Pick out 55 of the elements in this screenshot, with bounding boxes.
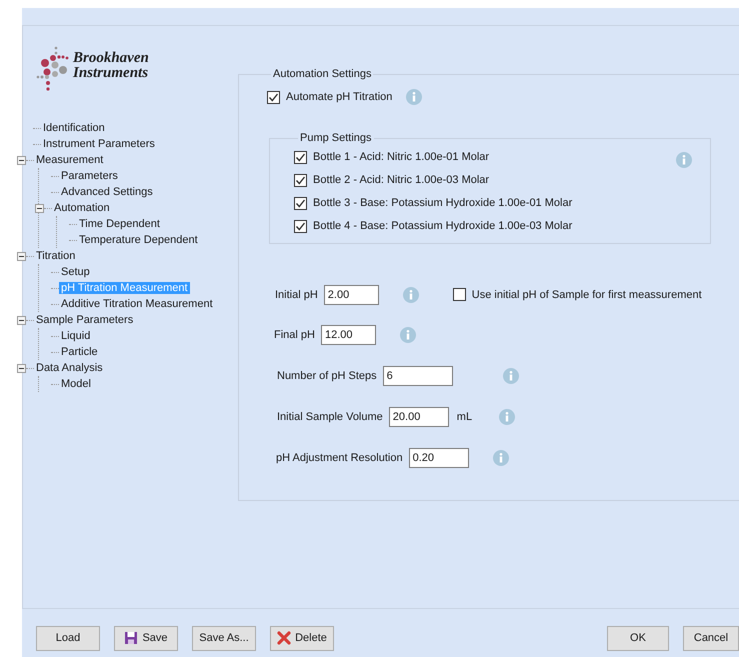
input-field[interactable]: 0.20	[408, 448, 469, 468]
tree-item[interactable]: Identification	[41, 122, 107, 134]
tree-item[interactable]: Temperature Dependent	[77, 234, 200, 246]
dialog-button[interactable]: Save As...	[192, 626, 256, 650]
checkbox[interactable]	[294, 174, 307, 186]
tree-item[interactable]: Data Analysis	[34, 362, 105, 374]
tree-item[interactable]: Additive Titration Measurement	[59, 298, 215, 310]
collapse-toggle-icon[interactable]	[17, 156, 26, 164]
input-field[interactable]: 2.00	[324, 284, 379, 304]
field-label: Initial Sample Volume	[277, 410, 383, 422]
checkbox-label: Bottle 2 - Acid: Nitric 1.00e-03 Molar	[313, 174, 490, 186]
group-title: Automation Settings	[272, 68, 372, 80]
tree-item[interactable]: Measurement	[34, 154, 106, 166]
logo-text: Instruments	[73, 66, 149, 81]
dialog-button[interactable]: OK	[607, 626, 669, 650]
input-field[interactable]: 20.00	[388, 406, 449, 426]
dialog-button[interactable]: Save	[114, 626, 178, 650]
tree-item[interactable]: Particle	[59, 346, 100, 358]
tree-item[interactable]: Model	[59, 378, 93, 390]
checkbox[interactable]	[294, 150, 307, 164]
tree-item[interactable]: Instrument Parameters	[41, 138, 157, 150]
tree-item[interactable]: Advanced Settings	[59, 186, 155, 198]
checkbox-label: Automate pH Titration	[286, 91, 392, 103]
tree-item[interactable]: Time Dependent	[77, 218, 162, 230]
field-label: Final pH	[274, 329, 315, 341]
group-title: Pump Settings	[299, 132, 373, 144]
checkbox[interactable]	[294, 220, 307, 232]
dialog-button[interactable]: Delete	[270, 626, 334, 650]
dialog-button[interactable]: Cancel	[683, 626, 739, 650]
tree-item[interactable]: Titration	[34, 250, 78, 262]
logo-text: Brookhaven	[73, 51, 149, 66]
collapse-toggle-icon[interactable]	[17, 252, 26, 260]
checkbox[interactable]	[294, 196, 307, 210]
unit-label: mL	[456, 410, 474, 422]
checkbox-label: Bottle 4 - Base: Potassium Hydroxide 1.00e-03 Molar	[313, 220, 572, 232]
tree-item[interactable]: Setup	[59, 266, 92, 278]
tree-item[interactable]: Automation	[52, 202, 112, 214]
tree-item[interactable]: Sample Parameters	[34, 314, 136, 326]
checkbox-label: Use initial pH of Sample for first meassurement	[472, 288, 702, 300]
tree-item[interactable]: Parameters	[59, 170, 120, 182]
checkbox[interactable]	[267, 90, 280, 104]
tree-item[interactable]: Liquid	[59, 330, 92, 342]
checkbox-label: Bottle 3 - Base: Potassium Hydroxide 1.00e-01 Molar	[313, 197, 572, 209]
checkbox[interactable]	[452, 288, 466, 301]
field-label: Initial pH	[275, 288, 318, 300]
field-label: Number of pH Steps	[277, 370, 377, 382]
input-field[interactable]: 12.00	[320, 325, 376, 345]
field-label: pH Adjustment Resolution	[276, 452, 403, 464]
cross-icon	[277, 631, 292, 645]
collapse-toggle-icon[interactable]	[17, 316, 26, 324]
input-field[interactable]: 6	[382, 366, 453, 386]
dialog-button[interactable]: Load	[36, 626, 100, 650]
checkbox-label: Bottle 1 - Acid: Nitric 1.00e-01 Molar	[313, 151, 490, 163]
collapse-toggle-icon[interactable]	[17, 364, 26, 372]
collapse-toggle-icon[interactable]	[35, 204, 44, 212]
